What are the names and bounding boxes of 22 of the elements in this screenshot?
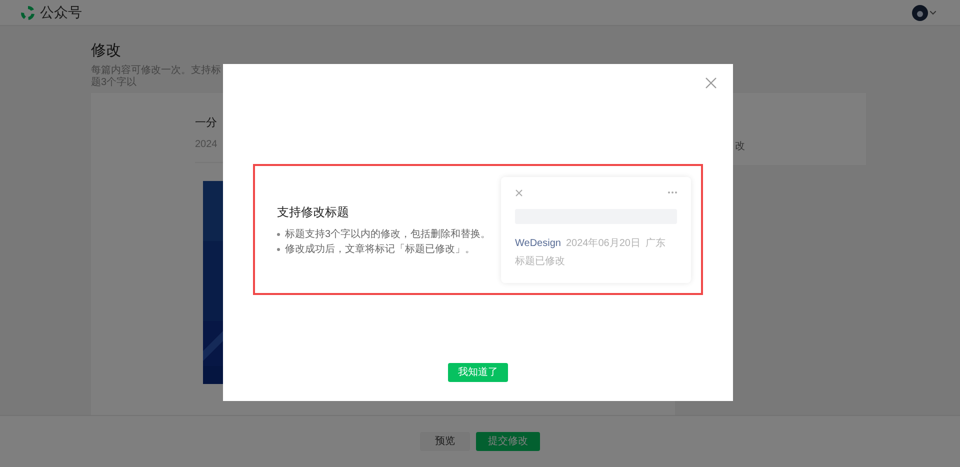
feature-title: 支持修改标题 bbox=[277, 204, 350, 220]
close-icon bbox=[705, 77, 717, 89]
publish-date: 2024年06月20日 bbox=[566, 236, 640, 250]
logo-icon bbox=[20, 4, 36, 20]
page-title: 修改 bbox=[91, 41, 122, 61]
avatar-icon[interactable] bbox=[912, 4, 928, 20]
side-card-text: 改 bbox=[735, 140, 745, 152]
more-icon bbox=[668, 191, 677, 194]
article-title: 一分 bbox=[195, 116, 218, 130]
close-icon bbox=[515, 188, 523, 196]
feature-bullet: 标题支持3个字以内的修改，包括删除和替换。 bbox=[285, 228, 491, 242]
confirm-button[interactable]: 我知道了 bbox=[448, 363, 508, 382]
caret-icon[interactable] bbox=[930, 10, 936, 14]
location-text: 广东 bbox=[645, 236, 666, 250]
author-link[interactable]: WeDesign bbox=[515, 236, 561, 250]
bullet-icon bbox=[277, 248, 280, 250]
brand-name: 公众号 bbox=[40, 3, 82, 22]
edited-label: 标题已修改 bbox=[515, 254, 566, 268]
close-button[interactable] bbox=[705, 77, 717, 89]
preview-button[interactable]: 预览 bbox=[420, 432, 470, 451]
feature-bullet: 修改成功后，文章将标记「标题已修改」。 bbox=[285, 242, 475, 256]
bullet-icon bbox=[277, 232, 280, 236]
